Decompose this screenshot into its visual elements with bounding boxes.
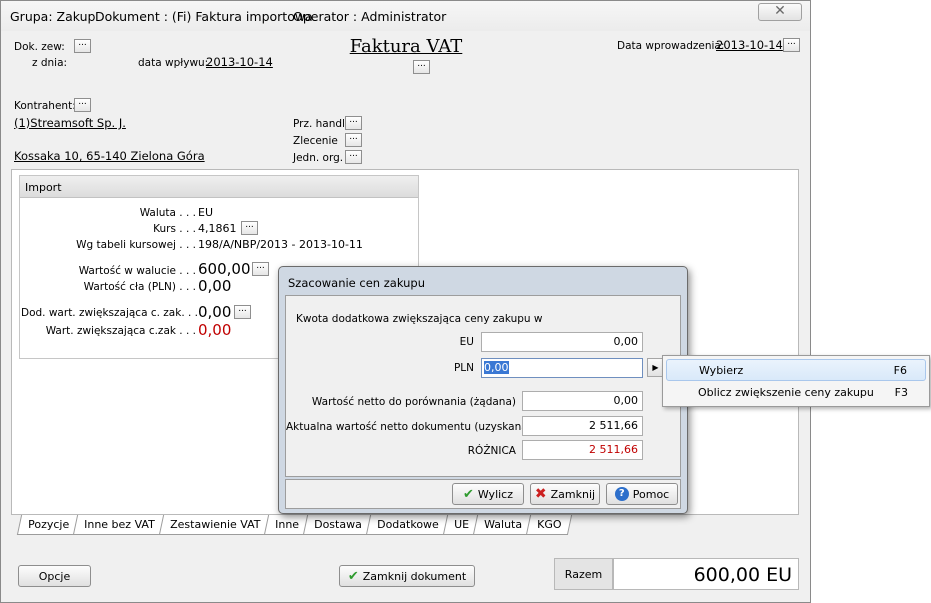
tab-bar: Pozycje Inne bez VAT Zestawienie VAT Inn… [16, 515, 573, 535]
tabela-value: 198/A/NBP/2013 - 2013-10-11 [198, 238, 363, 251]
close-icon: ✕ [774, 3, 786, 19]
checkmark-icon: ✔ [462, 486, 474, 502]
netto-zadana-input[interactable]: 0,00 [522, 391, 643, 411]
kurs-label: Kurs . . . [153, 223, 196, 235]
close-x-icon: ✖ [534, 486, 547, 502]
data-wplywu-value[interactable]: 2013-10-14 [206, 55, 273, 69]
razem-label: Razem [554, 558, 613, 590]
page-title: Faktura VAT [349, 36, 463, 57]
kontrahent-address[interactable]: Kossaka 10, 65-140 Zielona Góra [14, 149, 205, 163]
pln-input[interactable]: 0,00 [481, 358, 643, 378]
prz-handl-button[interactable]: ... [345, 116, 362, 130]
kurs-button[interactable]: ... [241, 221, 258, 235]
checkmark-icon: ✔ [347, 568, 359, 584]
shortcut-f3: F3 [894, 385, 908, 399]
data-wplywu-label: data wpływu: [138, 57, 209, 69]
dialog-footer: ✔ Wylicz ✖ Zamknij ? Pomoc [285, 479, 681, 509]
pln-label: PLN [453, 362, 474, 374]
tab-kgo[interactable]: KGO [525, 515, 573, 535]
data-wprowadzenia-label: Data wprowadzenia: [617, 40, 725, 52]
wartosc-walucie-value: 600,00 [198, 260, 251, 278]
title-dokument: Dokument : (Fi) Faktura importowa [95, 9, 313, 24]
roznica-value: 2 511,66 [522, 440, 643, 460]
title-bar: Grupa: Zakup Dokument : (Fi) Faktura imp… [1, 1, 810, 31]
title-options-button[interactable]: ... [413, 60, 430, 74]
netto-uzyskana-label: Aktualna wartość netto dokumentu (uzyska… [286, 421, 532, 433]
jedn-org-button[interactable]: ... [345, 150, 362, 164]
roznica-label: RÓŻNICA [467, 445, 516, 457]
dok-zew-button[interactable]: ... [74, 39, 91, 53]
title-grupa: Grupa: Zakup [10, 9, 96, 24]
tab-dodatkowe[interactable]: Dodatkowe [365, 515, 450, 535]
menu-item-oblicz[interactable]: Oblicz zwiększenie ceny zakupu F3 [666, 381, 926, 403]
razem-value: 600,00 EU [613, 558, 799, 590]
prz-handl-label: Prz. handl. [293, 118, 349, 130]
dod-wart-value: 0,00 [198, 303, 232, 321]
kontrahent-label: Kontrahent: [14, 100, 76, 112]
close-button[interactable]: ✕ [758, 3, 802, 21]
tab-dostawa[interactable]: Dostawa [303, 515, 374, 535]
dok-zew-label: Dok. zew: [14, 41, 65, 53]
zamknij-button[interactable]: ✖ Zamknij [530, 483, 600, 505]
tab-pozycje[interactable]: Pozycje [16, 515, 81, 535]
kontrahent-button[interactable]: ... [74, 98, 91, 112]
dod-wart-button[interactable]: ... [234, 305, 251, 319]
netto-zadana-label: Wartość netto do porównania (żądana) [311, 396, 516, 408]
wartosc-cla-value: 0,00 [198, 277, 232, 295]
szacowanie-dialog: Szacowanie cen zakupu Kwota dodatkowa zw… [278, 266, 688, 514]
eu-label: EU [459, 336, 474, 348]
tab-inne-bez-vat[interactable]: Inne bez VAT [73, 515, 166, 535]
import-header: Import [20, 176, 418, 198]
opcje-button[interactable]: Opcje [18, 565, 91, 587]
jedn-org-label: Jedn. org. [293, 152, 344, 164]
help-icon: ? [614, 487, 629, 501]
title-operator: Operator : Administrator [293, 9, 447, 24]
kontrahent-value[interactable]: (1)Streamsoft Sp. J. [14, 116, 126, 130]
pomoc-button[interactable]: ? Pomoc [606, 483, 678, 505]
z-dnia-label: z dnia: [32, 57, 68, 69]
dialog-intro: Kwota dodatkowa zwiększająca ceny zakupu… [296, 313, 543, 325]
wartosc-walucie-button[interactable]: ... [252, 262, 269, 276]
tab-waluta[interactable]: Waluta [472, 515, 533, 535]
tabela-label: Wg tabeli kursowej . . . [76, 239, 196, 251]
dod-wart-label: Dod. wart. zwiększająca c. zak. . . [21, 307, 199, 319]
data-wprowadzenia-value[interactable]: 2013-10-14 [716, 38, 783, 52]
triangle-right-icon: ▶ [652, 363, 659, 372]
wartosc-cla-label: Wartość cła (PLN) . . . [83, 281, 196, 293]
wart-zw-value: 0,00 [198, 321, 232, 339]
data-wprowadzenia-button[interactable]: ... [783, 38, 800, 52]
eu-input[interactable]: 0,00 [481, 332, 643, 352]
kurs-value: 4,1861 [198, 222, 237, 235]
tab-zestawienie-vat[interactable]: Zestawienie VAT [158, 515, 272, 535]
netto-uzyskana-value: 2 511,66 [522, 416, 643, 436]
dialog-title: Szacowanie cen zakupu [288, 276, 426, 290]
waluta-label: Waluta . . . [139, 207, 196, 219]
zamknij-dokument-button[interactable]: ✔ Zamknij dokument [339, 565, 475, 587]
wart-zw-label: Wart. zwiększająca c.zak . . . [45, 325, 196, 337]
menu-item-wybierz[interactable]: Wybierz F6 [666, 359, 926, 381]
wartosc-walucie-label: Wartość w walucie . . . [78, 265, 196, 277]
dialog-body: Kwota dodatkowa zwiększająca ceny zakupu… [285, 295, 681, 477]
wylicz-button[interactable]: ✔ Wylicz [452, 483, 524, 505]
zlecenie-button[interactable]: ... [345, 133, 362, 147]
zlecenie-label: Zlecenie [293, 135, 338, 147]
waluta-value: EU [198, 206, 214, 219]
shortcut-f6: F6 [893, 363, 907, 377]
context-menu: Wybierz F6 Oblicz zwiększenie ceny zakup… [662, 355, 930, 407]
